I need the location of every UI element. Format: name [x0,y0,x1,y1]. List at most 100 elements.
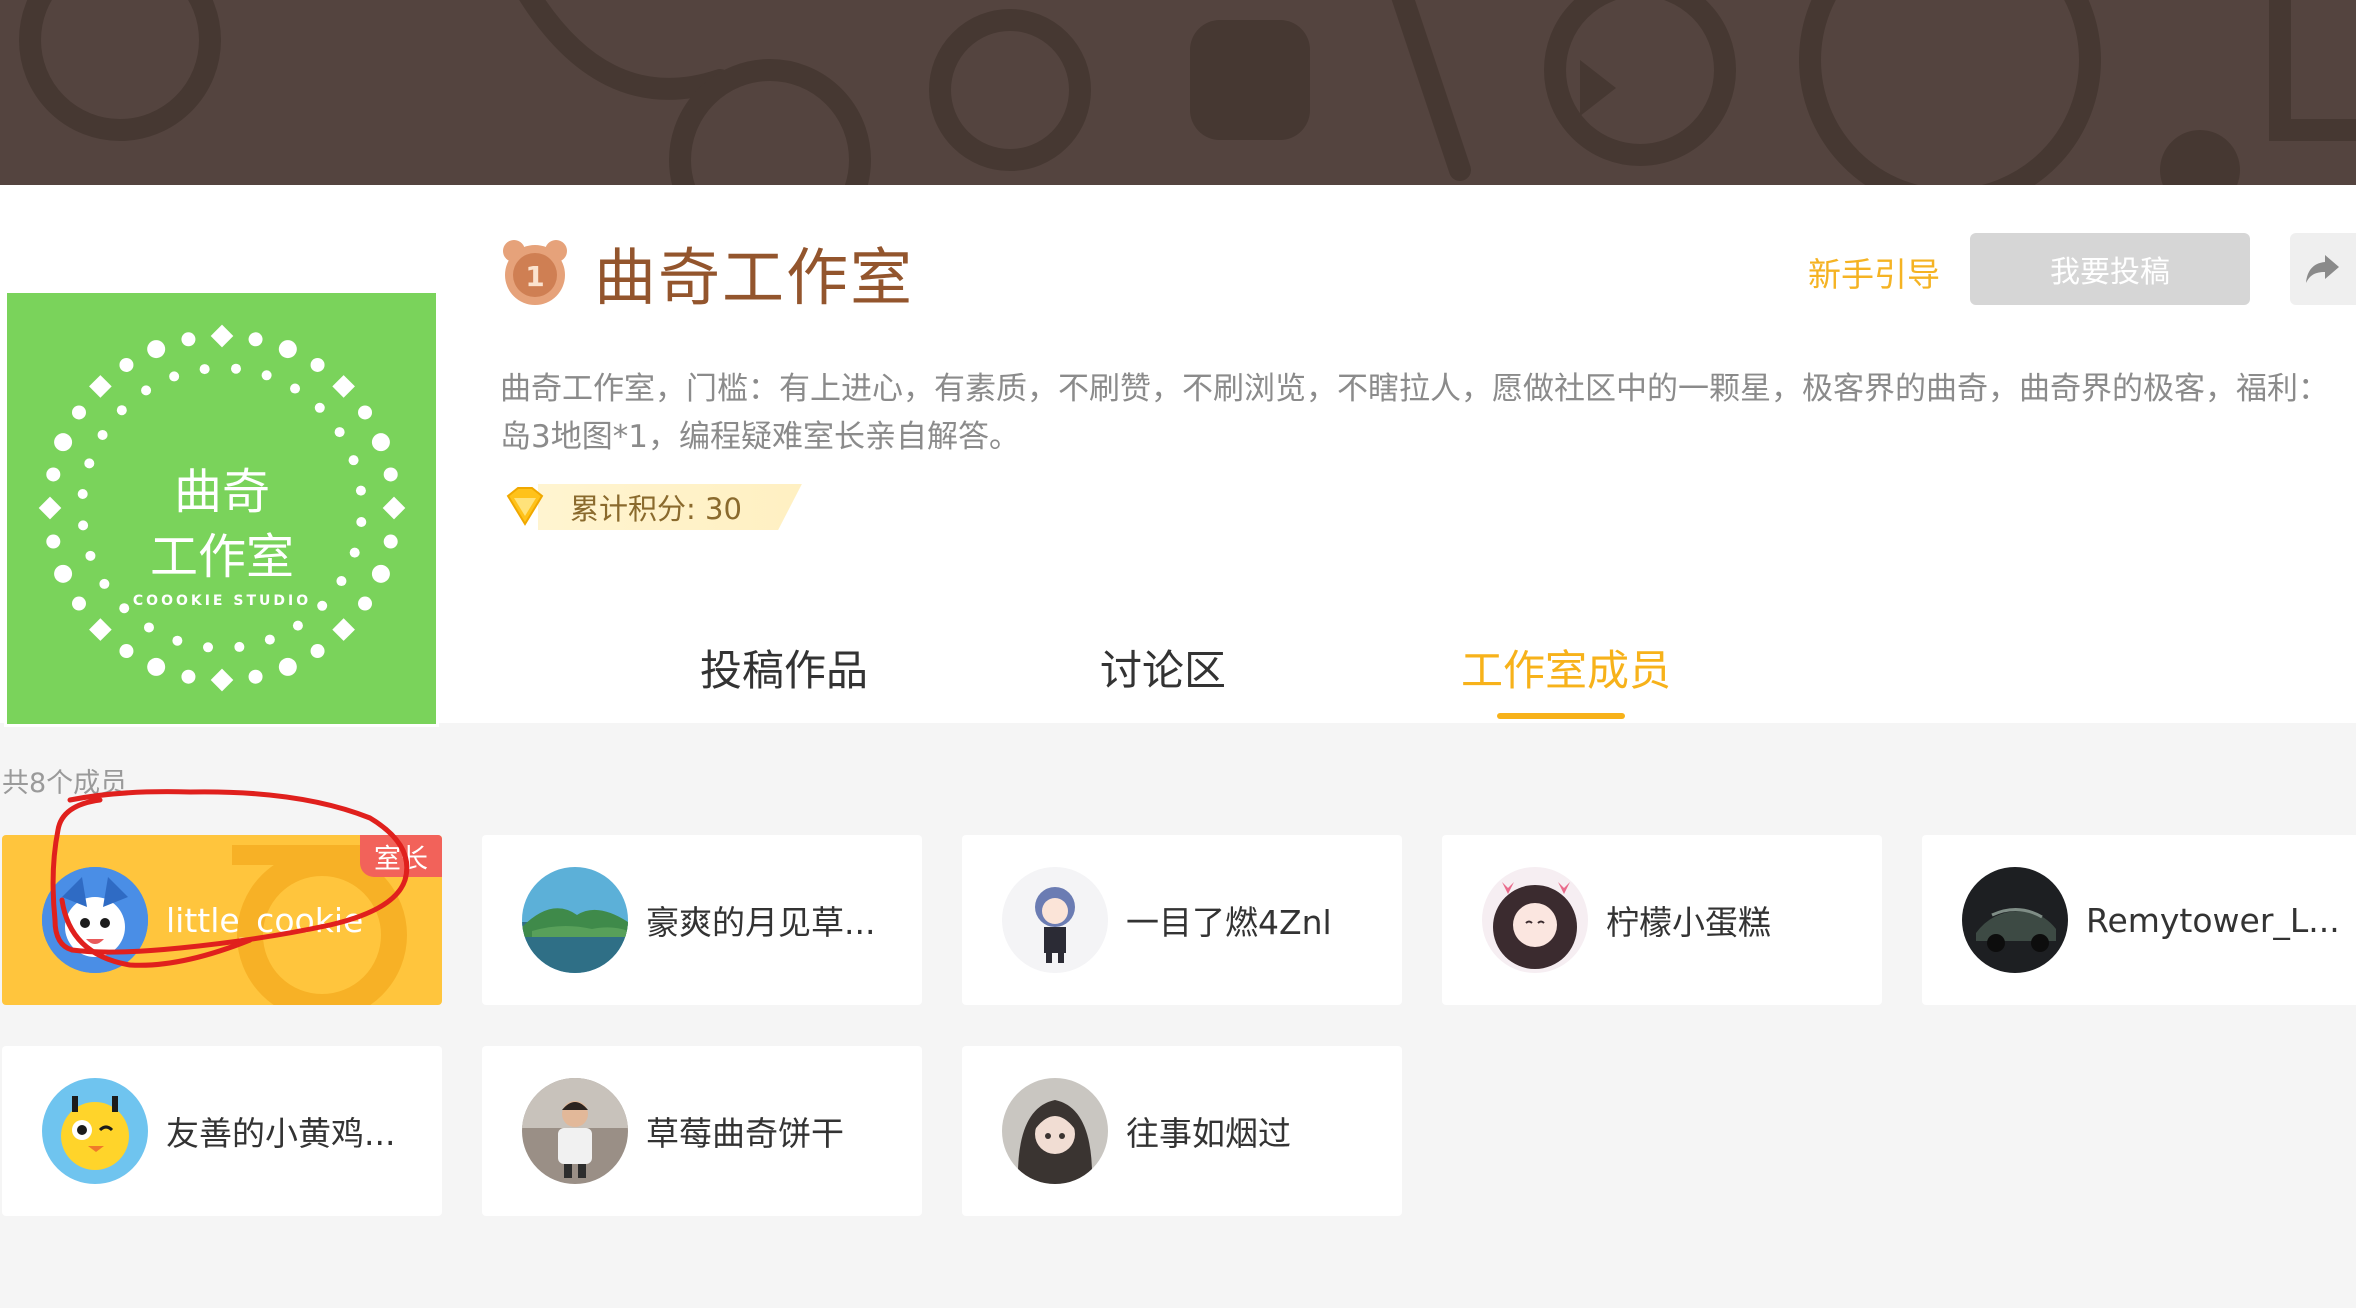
diamond-icon [506,487,544,526]
logo-ring-dot [334,427,345,438]
logo-ring-dot [358,405,373,420]
member-card[interactable]: 豪爽的月见草... [482,835,922,1005]
logo-ring-dot [356,516,367,527]
logo-ring-dot [71,596,86,611]
logo-ring-dot [181,669,196,684]
logo-ring-dot [169,371,180,382]
logo-ring-dot [210,324,234,348]
tab-members[interactable]: 工作室成员 [1461,637,1671,698]
logo-ring-dot [383,467,398,482]
member-name: 柠檬小蛋糕 [1606,903,1771,942]
car-avatar [1962,867,2068,973]
logo-ring-dot [89,375,112,398]
logo-ring-dot [99,578,110,589]
member-name: Remytower_L... [2086,900,2340,940]
logo-ring-dot [85,550,96,561]
logo-ring-dot [332,375,355,398]
active-tab-indicator [1497,713,1625,719]
logo-ring-dot [310,644,325,659]
member-name: 豪爽的月见草... [646,903,876,942]
logo-ring-dot [141,385,152,396]
submit-work-button[interactable]: 我要投稿 [1970,233,2250,305]
studio-description: 曲奇工作室，门槛：有上进心，有素质，不刷赞，不刷浏览，不瞎拉人，愿做社区中的一颗… [500,371,2329,455]
points-badge: 累计积分: 30 [500,482,802,532]
logo-ring-dot [310,357,325,372]
logo-ring-dot [261,370,272,381]
blue-cartoon-avatar [42,867,148,973]
studio-name: 曲奇工作室 [594,241,915,314]
logo-ring-dot [248,669,263,684]
member-name: 一目了燃4Znl [1126,903,1332,942]
members-section: 共8个成员 little_cookie 室长 豪爽的月见草... 一目了燃4Zn… [0,723,2356,1308]
logo-ring-dot [264,634,275,645]
member-card[interactable]: 柠檬小蛋糕 [1442,835,1882,1005]
logo-ring-dot [77,489,88,500]
logo-ring-dot [97,429,108,440]
member-name: 友善的小黄鸡... [166,1114,396,1153]
yellow-chick-avatar [42,1078,148,1184]
logo-ring-dot [181,332,196,347]
member-card[interactable]: Remytower_L... [1922,835,2356,1005]
logo-ring-dot [203,642,214,653]
member-card[interactable]: 友善的小黄鸡... [2,1046,442,1216]
logo-ring-dot [116,405,127,416]
member-card[interactable]: 草莓曲奇饼干 [482,1046,922,1216]
logo-ring-dot [348,455,359,466]
logo-ring-dot [278,657,297,676]
member-name: 往事如烟过 [1126,1114,1291,1153]
tab-discussion[interactable]: 讨论区 [1100,637,1226,698]
logo-ring-dot [336,576,347,587]
logo-ring-dot [119,644,134,659]
beginner-guide-link[interactable]: 新手引导 [1808,248,1940,296]
member-name: little_cookie [166,900,364,940]
points-label: 累计积分: 30 [538,484,802,530]
owner-badge: 室长 [360,835,442,877]
child-photo-avatar [522,1078,628,1184]
logo-ring-dot [230,363,241,374]
anime-character-avatar [1002,867,1108,973]
logo-ring-dot [46,534,61,549]
share-button[interactable] [2290,233,2356,305]
logo-ring-dot [317,600,328,611]
logo-ring-dot [332,618,355,641]
tab-submissions[interactable]: 投稿作品 [700,637,868,698]
member-card-owner[interactable]: little_cookie 室长 [2,835,442,1005]
logo-ring-dot [143,622,154,633]
logo-ring-dot [89,618,112,641]
logo-ring-dot [292,620,303,631]
logo-ring-dot [358,596,373,611]
member-card[interactable]: 往事如烟过 [962,1046,1402,1216]
banner [0,0,2356,185]
logo-ring-dot [234,641,245,652]
logo-ring-dot [278,340,297,359]
logo-ring-dot [54,433,73,452]
logo-ring-dot [355,485,366,496]
island-avatar [522,867,628,973]
logo-subtitle: COOOKIE STUDIO [133,593,311,609]
logo-ring-dot [248,332,263,347]
logo-ring-dot [119,603,130,614]
logo-line2: 工作室 [150,529,294,585]
banner-pattern [19,0,2356,185]
logo-ring-dot [38,496,62,520]
member-card[interactable]: 一目了燃4Znl [962,835,1402,1005]
member-name: 草莓曲奇饼干 [646,1114,844,1153]
logo-ring-dot [349,547,360,558]
logo-ring-dot [147,657,166,676]
logo-ring-dot [147,340,166,359]
logo-ring-dot [71,405,86,420]
share-arrow-icon [2306,255,2339,283]
logo-line1: 曲奇 [174,464,270,520]
logo-ring-dot [199,364,210,375]
logo-ring-dot [172,635,183,646]
logo-ring-dot [119,357,134,372]
logo-ring-dot [290,383,301,394]
logo-ring-dot [382,496,406,520]
logo-ring-dot [54,564,73,583]
logo-ring-dot [210,668,234,692]
logo-ring-dot [46,467,61,482]
logo-ring-dot [371,433,390,452]
studio-logo: 曲奇 工作室 COOOKIE STUDIO [4,290,439,727]
member-count: 共8个成员 [2,768,128,799]
level-medal-icon: 1 [503,240,567,305]
